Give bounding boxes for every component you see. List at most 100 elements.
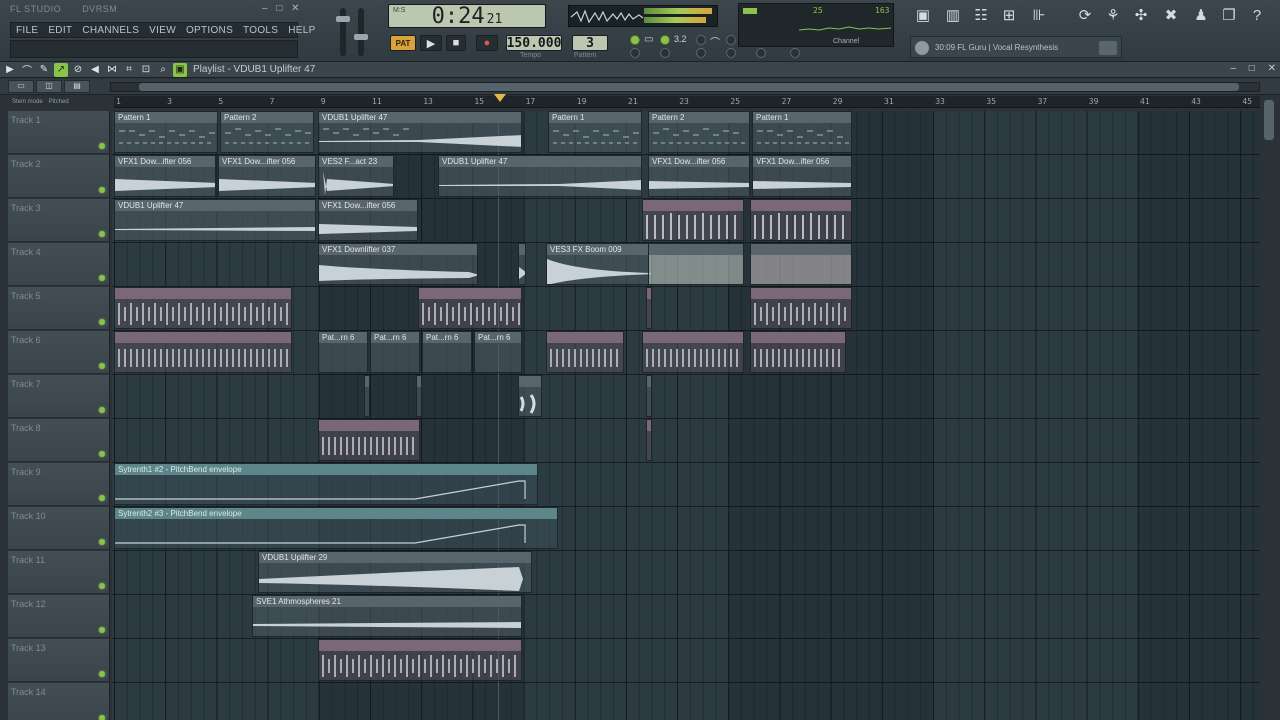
mic-icon[interactable]: ♟ (1188, 4, 1214, 26)
close-button[interactable]: ✕ (291, 3, 299, 14)
menu-file[interactable]: FILE (11, 25, 43, 36)
snap-value[interactable]: 3.2 (674, 34, 687, 44)
tab-audio[interactable]: ▤ (64, 80, 90, 93)
snap-toggle-4[interactable] (726, 35, 736, 45)
drum-clip[interactable] (318, 419, 420, 461)
audio-clip[interactable] (646, 375, 652, 417)
playback-tool-icon[interactable]: ▣ (173, 62, 187, 77)
playhead-marker[interactable] (494, 94, 506, 102)
track-enable-led[interactable] (99, 363, 105, 369)
audio-clip[interactable] (648, 243, 744, 285)
pattern-clip[interactable]: Pat...rn 6 (318, 331, 368, 373)
audio-clip[interactable] (518, 243, 526, 285)
track-header[interactable]: Track 8 (8, 419, 110, 462)
scroll-track[interactable] (110, 82, 1260, 92)
track-enable-led[interactable] (99, 715, 105, 720)
drum-clip[interactable] (750, 199, 852, 241)
step-edit-icon[interactable]: ▭ (644, 34, 653, 45)
snap-toggle-1[interactable] (630, 35, 640, 45)
drum-clip[interactable] (750, 331, 846, 373)
snap-toggle-11[interactable] (756, 48, 766, 58)
drum-clip[interactable] (646, 419, 652, 461)
track-enable-led[interactable] (99, 187, 105, 193)
draw-tool-icon[interactable]: ✎ (37, 63, 51, 77)
audio-clip[interactable]: VFX1 Dow...ifter 056 (218, 155, 316, 197)
save-icon[interactable]: ❐ (1216, 4, 1242, 26)
menu-channels[interactable]: CHANNELS (77, 25, 144, 36)
pattern-clip[interactable]: Pat...rn 6 (422, 331, 472, 373)
tempo-display[interactable]: 150.000 (506, 35, 562, 51)
drum-clip[interactable] (318, 639, 522, 681)
pattern-clip[interactable]: Pat...rn 6 (370, 331, 420, 373)
track-header[interactable]: Track 9 (8, 463, 110, 506)
playlist-snap-icon[interactable]: ⌒ (20, 63, 34, 77)
track-enable-led[interactable] (99, 495, 105, 501)
pattern-song-toggle[interactable]: PAT (390, 35, 416, 51)
track-enable-led[interactable] (99, 407, 105, 413)
drum-clip[interactable] (114, 287, 292, 329)
pattern-selector[interactable]: 3 (572, 35, 608, 51)
master-pitch-fader[interactable] (354, 8, 368, 56)
track-header[interactable]: Track 2 (8, 155, 110, 198)
share-icon[interactable]: ✣ (1128, 4, 1154, 26)
vertical-scroll-thumb[interactable] (1264, 100, 1274, 140)
audio-clip[interactable] (416, 375, 422, 417)
piano-icon[interactable]: ▥ (940, 4, 966, 26)
zoom-tool-icon[interactable]: ⌕ (156, 63, 170, 77)
snap-toggle-10[interactable] (726, 48, 736, 58)
pattern-clip[interactable]: Pattern 1 (548, 111, 642, 153)
pitched-option[interactable]: Pitched (49, 99, 69, 105)
blend-icon[interactable]: ⌒ (710, 34, 720, 49)
menu-view[interactable]: VIEW (144, 25, 181, 36)
automation-clip[interactable]: Sytrenth2 #3 - PitchBend envelope (114, 507, 558, 549)
drum-clip[interactable] (114, 331, 292, 373)
mute-tool-icon[interactable]: ◀ (88, 63, 102, 77)
track-enable-led[interactable] (99, 143, 105, 149)
audio-clip[interactable]: VFX1 Dow...ifter 056 (752, 155, 852, 197)
playlist-minimize-button[interactable]: – (1230, 63, 1236, 74)
audio-clip[interactable]: VES3 FX Boom 009 (546, 243, 652, 285)
track-enable-led[interactable] (99, 539, 105, 545)
playlist-vertical-scroll[interactable] (1262, 96, 1276, 720)
play-button[interactable]: ▶ (420, 35, 442, 51)
audio-clip[interactable]: VDUB1 Uplifter 47 (438, 155, 642, 197)
audio-clip[interactable] (518, 375, 542, 417)
master-volume-fader[interactable] (336, 8, 350, 56)
camera-icon[interactable]: ▣ (910, 4, 936, 26)
online-news-panel[interactable]: 30:09 FL Guru | Vocal Resynthesis (910, 36, 1122, 58)
track-header[interactable]: Track 10 (8, 507, 110, 550)
automation-clip[interactable]: Sytrenth1 #2 - PitchBend envelope (114, 463, 538, 505)
pattern-clip[interactable]: Pattern 1 (752, 111, 852, 153)
audio-clip[interactable]: VFX1 Dow...ifter 056 (114, 155, 216, 197)
reset-icon[interactable]: ⟳ (1072, 4, 1098, 26)
track-enable-led[interactable] (99, 671, 105, 677)
track-enable-led[interactable] (99, 627, 105, 633)
track-enable-led[interactable] (99, 583, 105, 589)
drum-clip[interactable] (642, 331, 744, 373)
pattern-clip[interactable]: Pattern 2 (648, 111, 750, 153)
playlist-maximize-button[interactable]: □ (1249, 63, 1255, 74)
pattern-clip[interactable]: Pat...rn 6 (474, 331, 522, 373)
pattern-clip[interactable]: Pattern 1 (114, 111, 218, 153)
drum-clip[interactable] (418, 287, 522, 329)
magnet-icon[interactable]: ⚘ (1100, 4, 1126, 26)
tab-patterns[interactable]: ◫ (36, 80, 62, 93)
audio-clip[interactable]: VES2 F...act 23 (318, 155, 394, 197)
stem-mode-option[interactable]: Stem mode (12, 99, 43, 105)
record-button[interactable]: ● (476, 35, 498, 51)
audio-clip[interactable]: VFX1 Dow...ifter 056 (318, 199, 418, 241)
menu-tools[interactable]: TOOLS (238, 25, 283, 36)
drum-clip[interactable] (642, 199, 744, 241)
track-header[interactable]: Track 6 (8, 331, 110, 374)
mixer-icon[interactable]: ☷ (968, 4, 994, 26)
track-enable-led[interactable] (99, 451, 105, 457)
track-header[interactable]: Track 14 (8, 683, 110, 720)
browser-icon[interactable]: ⊞ (996, 4, 1022, 26)
maximize-button[interactable]: □ (276, 3, 282, 14)
stop-button[interactable]: ■ (446, 35, 466, 51)
audio-clip[interactable]: VFX1 Downlifter 037 (318, 243, 478, 285)
track-header[interactable]: Track 5 (8, 287, 110, 330)
drum-clip[interactable] (750, 287, 852, 329)
audio-clip[interactable]: VDUB1 Uplifter 29 (258, 551, 532, 593)
plugin-icon[interactable]: ⊪ (1026, 4, 1052, 26)
